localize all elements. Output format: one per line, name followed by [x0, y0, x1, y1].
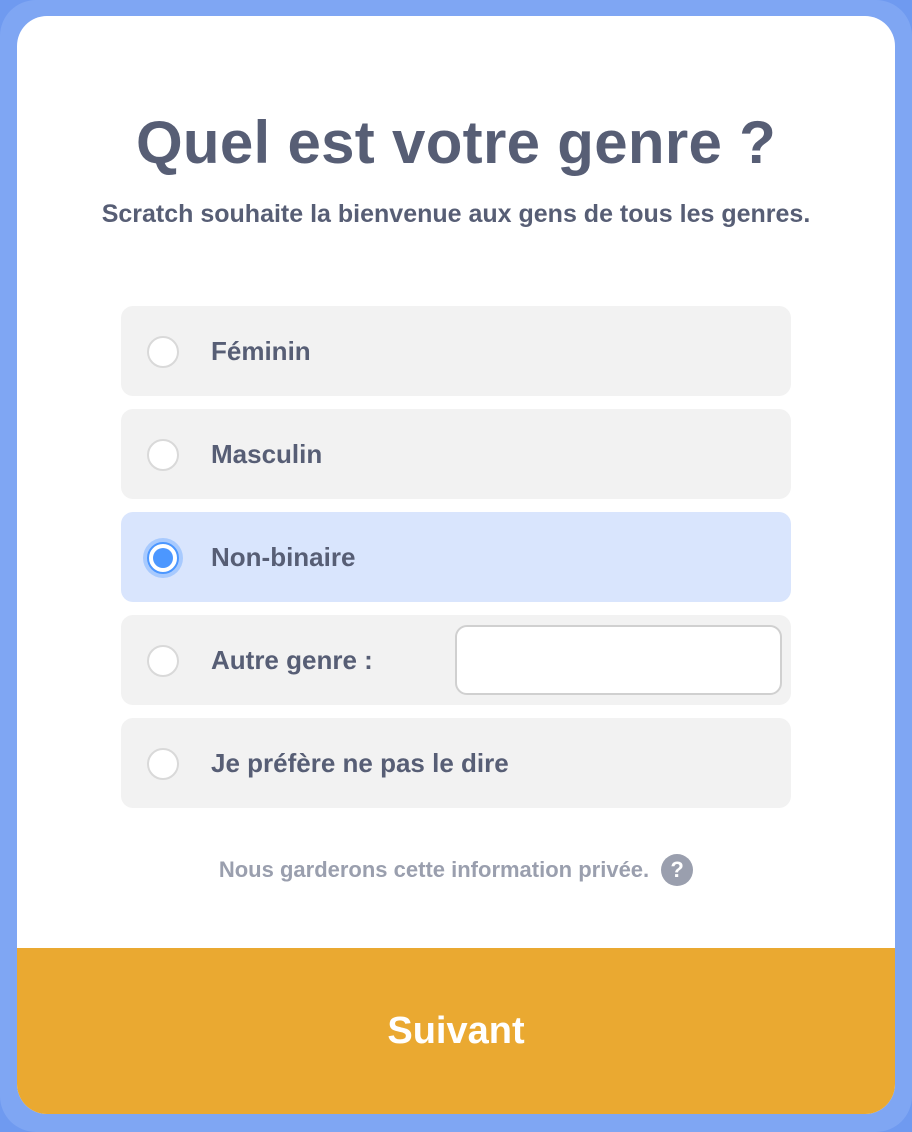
- next-button[interactable]: Suivant: [17, 948, 895, 1114]
- radio-button[interactable]: [147, 336, 179, 368]
- privacy-note: Nous garderons cette information privée.…: [17, 852, 895, 888]
- page-title: Quel est votre genre ?: [135, 109, 777, 176]
- option-label: Féminin: [211, 336, 311, 366]
- option-prefer-not-say[interactable]: Je préfère ne pas le dire: [121, 718, 791, 808]
- radio-button[interactable]: [147, 645, 179, 677]
- option-autre-genre[interactable]: Autre genre :: [121, 615, 791, 705]
- option-label: Autre genre :: [211, 645, 373, 675]
- option-feminin[interactable]: Féminin: [121, 306, 791, 396]
- radio-button-selected[interactable]: [147, 542, 179, 574]
- option-label: Non-binaire: [211, 542, 356, 572]
- radio-button[interactable]: [147, 439, 179, 471]
- gender-step-card: Quel est votre genre ? Scratch souhaite …: [17, 16, 895, 1114]
- option-non-binaire[interactable]: Non-binaire: [121, 512, 791, 602]
- gender-options: Féminin Masculin Non-binaire Autre genre…: [121, 306, 791, 821]
- modal-frame: Quel est votre genre ? Scratch souhaite …: [0, 0, 912, 1132]
- radio-dot: [153, 548, 173, 568]
- option-label: Je préfère ne pas le dire: [211, 748, 509, 778]
- radio-button[interactable]: [147, 748, 179, 780]
- page-subtitle: Scratch souhaite la bienvenue aux gens d…: [101, 200, 811, 228]
- option-masculin[interactable]: Masculin: [121, 409, 791, 499]
- help-icon[interactable]: ?: [661, 854, 694, 886]
- option-label: Masculin: [211, 439, 323, 469]
- other-gender-input[interactable]: [455, 625, 782, 695]
- privacy-text: Nous garderons cette information privée.: [218, 857, 650, 882]
